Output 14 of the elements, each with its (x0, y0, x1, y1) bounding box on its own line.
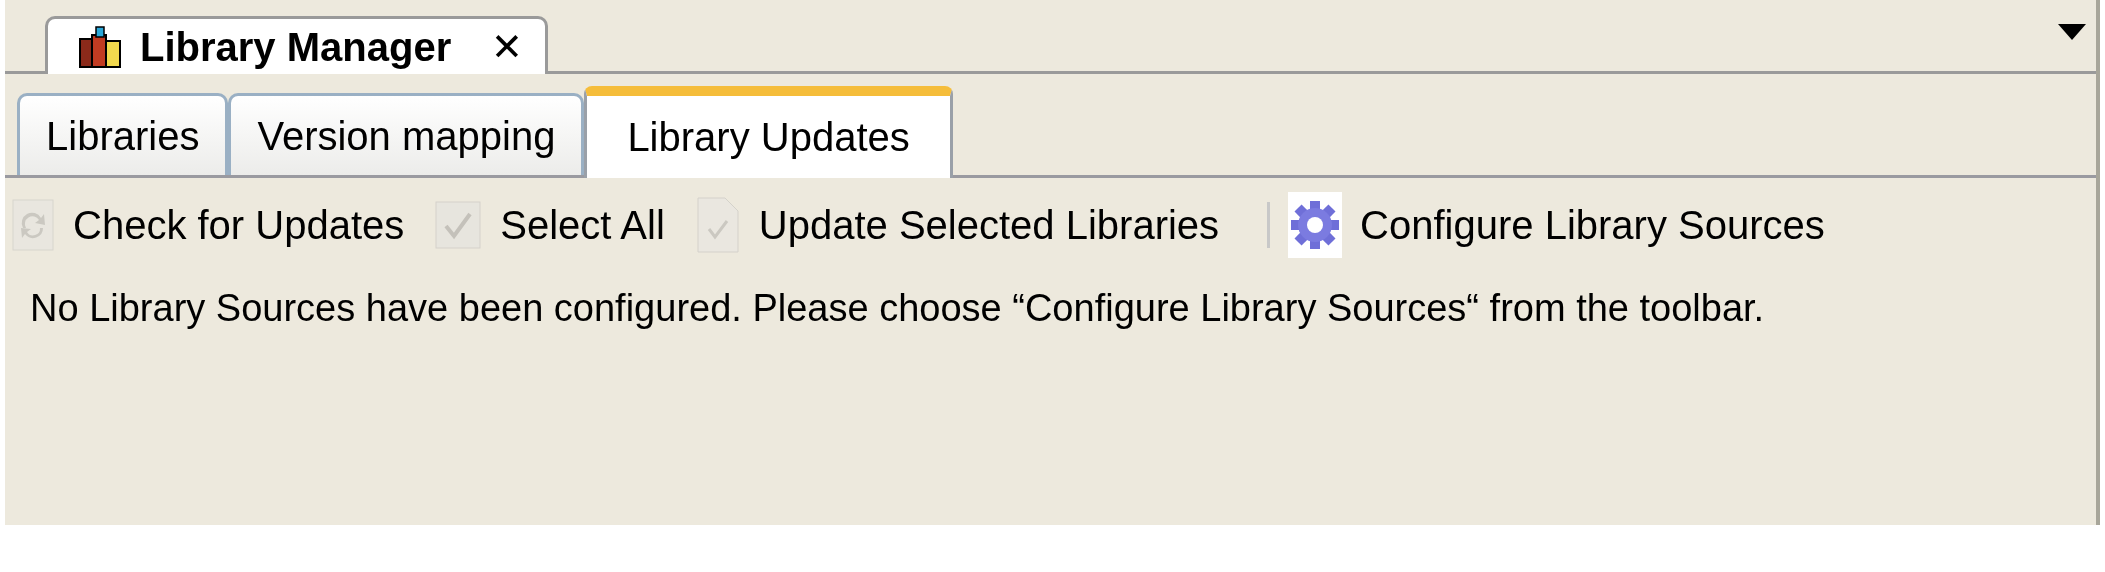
info-message: No Library Sources have been configured. Please choose “Configure Library Sources“ from the toolbar. (29, 286, 1766, 331)
document-tab[interactable]: Library Manager ✕ (45, 16, 549, 74)
refresh-icon (11, 198, 55, 252)
checkbox-icon (434, 200, 483, 250)
tab[interactable]: Version mapping (228, 93, 585, 175)
gear-icon (1288, 192, 1343, 258)
tab[interactable]: Library Updates (584, 86, 953, 178)
document-tab-title: Library Manager (140, 26, 452, 67)
close-button[interactable]: ✕ (491, 27, 524, 66)
tab[interactable]: Libraries (17, 93, 229, 175)
dropdown-arrow-icon[interactable] (2058, 24, 2086, 40)
books-icon (78, 24, 124, 69)
document-check-icon (694, 195, 741, 255)
toolbar-button[interactable]: Configure Library Sources (1288, 192, 1855, 258)
